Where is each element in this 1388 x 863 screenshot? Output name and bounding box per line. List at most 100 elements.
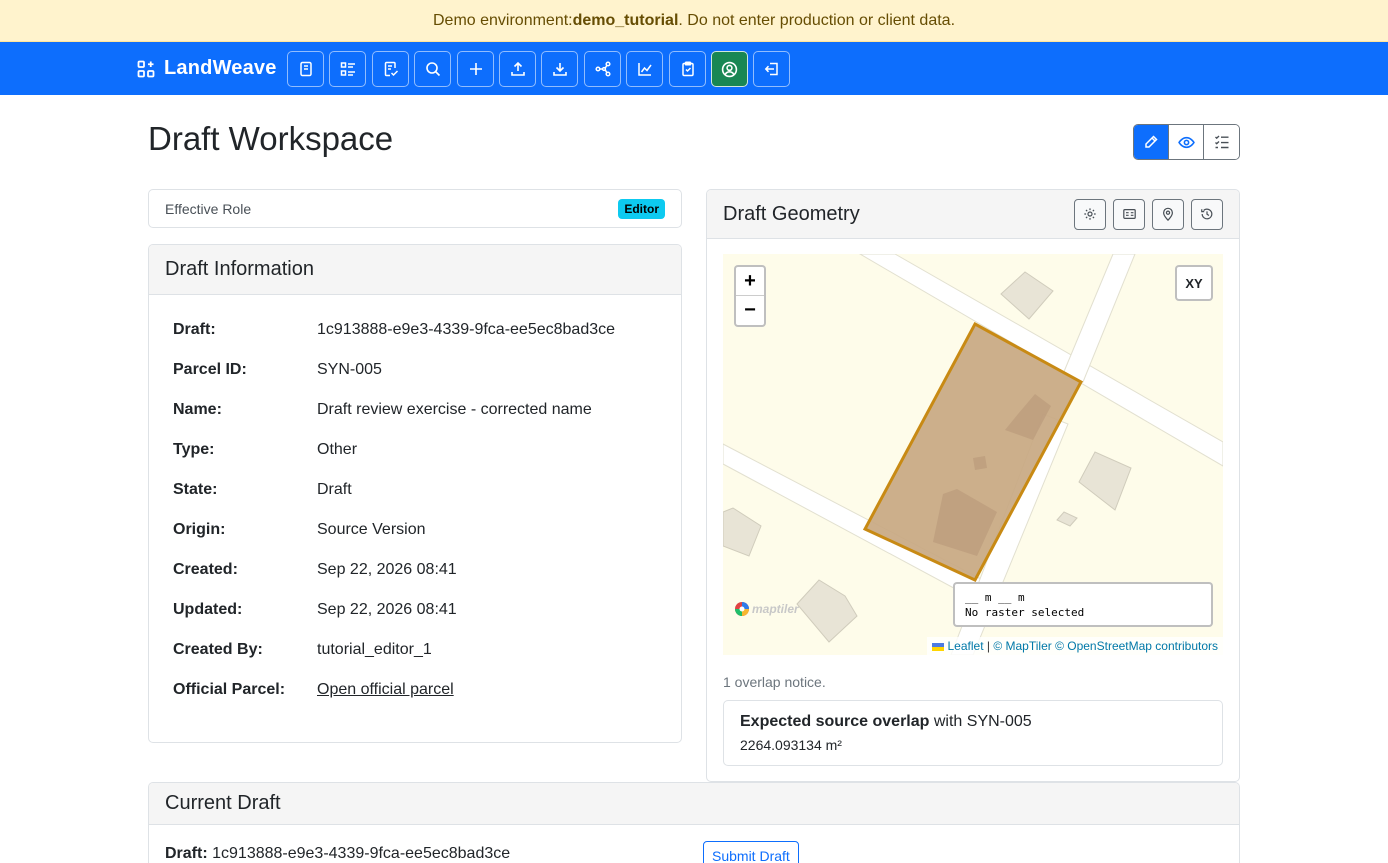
nav-logout-button[interactable] xyxy=(753,51,790,87)
draft-geometry-header: Draft Geometry xyxy=(707,190,1239,239)
info-row-origin: Origin: Source Version xyxy=(173,521,663,561)
nav-account-button[interactable] xyxy=(711,51,748,87)
demo-environment-banner: Demo environment: demo_tutorial. Do not … xyxy=(0,0,1388,42)
maptiler-logo-icon xyxy=(735,602,749,616)
leaflet-link[interactable]: Leaflet xyxy=(948,639,984,653)
view-mode-button[interactable] xyxy=(1169,125,1204,159)
info-value: Draft xyxy=(317,481,352,498)
current-draft-label: Draft: xyxy=(165,845,208,862)
list-details-icon xyxy=(340,62,355,76)
info-row-state: State: Draft xyxy=(173,481,663,521)
brand-name: LandWeave xyxy=(164,57,277,79)
info-value: Other xyxy=(317,441,358,458)
banner-prefix: Demo environment: xyxy=(432,11,573,29)
info-value: Draft review exercise - corrected name xyxy=(317,401,592,418)
upload-icon xyxy=(510,61,525,76)
geometry-locate-button[interactable] xyxy=(1152,198,1184,230)
overlap-notice-count: 1 overlap notice. xyxy=(723,674,826,690)
draft-information-table: Draft: 1c913888-e9e3-4339-9fca-ee5ec8bad3… xyxy=(173,321,663,721)
nav-review-button[interactable] xyxy=(372,51,409,87)
effective-role-label: Effective Role xyxy=(165,200,252,217)
info-value: tutorial_editor_1 xyxy=(317,641,432,658)
account-icon xyxy=(721,61,738,77)
geometry-settings-button[interactable] xyxy=(1074,198,1106,230)
info-key: Created By: xyxy=(173,641,263,658)
osm-attribution-link[interactable]: © OpenStreetMap contributors xyxy=(1055,639,1218,653)
history-icon xyxy=(1201,208,1213,220)
map-attribution: Leaflet | © MapTiler © OpenStreetMap con… xyxy=(927,637,1223,655)
ukraine-flag-icon xyxy=(932,642,945,651)
plus-icon xyxy=(469,63,482,75)
nav-clipboard-button[interactable] xyxy=(669,51,706,87)
nav-journal-button[interactable] xyxy=(287,51,324,87)
info-value: Sep 22, 2026 08:41 xyxy=(317,561,457,578)
building xyxy=(1056,511,1078,527)
search-icon xyxy=(425,62,440,77)
apps-grid-icon xyxy=(137,60,155,77)
nav-search-button[interactable] xyxy=(414,51,451,87)
current-draft-row: Draft: 1c913888-e9e3-4339-9fca-ee5ec8bad… xyxy=(165,845,510,863)
info-row-created: Created: Sep 22, 2026 08:41 xyxy=(173,561,663,601)
geometry-details-button[interactable] xyxy=(1113,198,1145,230)
geometry-toolbar xyxy=(1074,198,1223,230)
effective-role-box: Effective Role Editor xyxy=(148,189,682,228)
nav-download-button[interactable] xyxy=(541,51,578,87)
xy-coordinate-button[interactable]: XY xyxy=(1175,265,1213,301)
info-row-name: Name: Draft review exercise - corrected n… xyxy=(173,401,663,441)
clipboard-icon xyxy=(681,61,694,77)
building xyxy=(1078,451,1132,511)
info-key: Updated: xyxy=(173,601,243,618)
building xyxy=(1000,271,1054,320)
draft-information-header: Draft Information xyxy=(149,245,681,295)
journal-icon xyxy=(299,61,312,77)
draft-information-card: Draft Information Draft: 1c913888-e9e3-43… xyxy=(148,244,682,743)
edit-mode-button[interactable] xyxy=(1134,125,1169,159)
attribution-separator: | xyxy=(983,639,994,653)
info-key: Name: xyxy=(173,401,222,418)
nav-add-button[interactable] xyxy=(457,51,494,87)
maptiler-logo[interactable]: maptiler xyxy=(734,601,799,617)
nav-upload-button[interactable] xyxy=(499,51,536,87)
zoom-out-button[interactable]: − xyxy=(736,296,764,325)
pencil-icon xyxy=(1145,135,1158,148)
id-card-icon xyxy=(1122,209,1136,219)
nav-list-button[interactable] xyxy=(329,51,366,87)
structure-shape xyxy=(973,456,987,470)
current-draft-title: Current Draft xyxy=(165,792,281,814)
overlap-with: with SYN-005 xyxy=(929,713,1032,730)
open-official-parcel-link[interactable]: Open official parcel xyxy=(317,681,454,699)
info-value: Source Version xyxy=(317,521,426,538)
location-pin-icon xyxy=(1163,207,1173,221)
banner-env-name: demo_tutorial xyxy=(572,11,679,29)
raster-status: No raster selected xyxy=(965,606,1085,619)
view-mode-toggle xyxy=(1133,124,1240,160)
diagram-icon xyxy=(594,61,611,77)
current-draft-value: 1c913888-e9e3-4339-9fca-ee5ec8bad3ce xyxy=(207,845,511,862)
maptiler-attribution-link[interactable]: © MapTiler xyxy=(993,639,1051,653)
info-key: Created: xyxy=(173,561,238,578)
chart-icon xyxy=(637,63,652,76)
logout-icon xyxy=(764,62,778,76)
geometry-map[interactable]: + − XY __ m __ m No raster selected mapt… xyxy=(723,254,1223,655)
info-key: Origin: xyxy=(173,521,226,538)
building xyxy=(723,507,762,557)
info-row-type: Type: Other xyxy=(173,441,663,481)
nav-chart-button[interactable] xyxy=(626,51,663,87)
brand-link[interactable]: LandWeave xyxy=(137,42,277,95)
settings-icon xyxy=(1084,208,1096,220)
building xyxy=(796,579,858,643)
zoom-in-button[interactable]: + xyxy=(736,267,764,296)
page-title: Draft Workspace xyxy=(148,120,394,157)
maptiler-logo-text: maptiler xyxy=(752,602,799,616)
checklist-mode-button[interactable] xyxy=(1204,125,1239,159)
nav-diagram-button[interactable] xyxy=(584,51,621,87)
info-row-parcel-id: Parcel ID: SYN-005 xyxy=(173,361,663,401)
overlap-title: Expected source overlap xyxy=(740,713,930,730)
submit-draft-button[interactable]: Submit Draft xyxy=(703,841,799,863)
info-value: SYN-005 xyxy=(317,361,382,378)
road-segment xyxy=(1062,254,1136,383)
geometry-history-button[interactable] xyxy=(1191,198,1223,230)
review-check-icon xyxy=(384,61,398,77)
download-icon xyxy=(552,63,567,76)
current-draft-card: Current Draft Draft: 1c913888-e9e3-4339-… xyxy=(148,782,1240,863)
